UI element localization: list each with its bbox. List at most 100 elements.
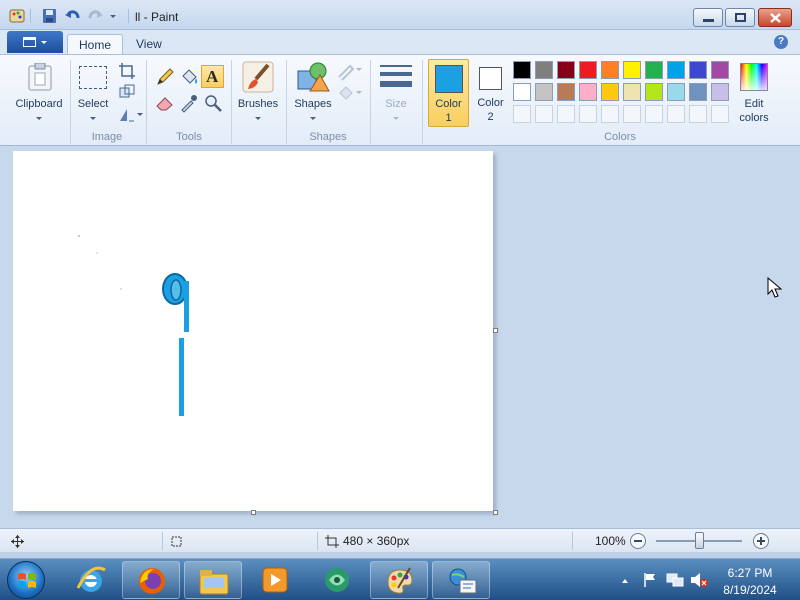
palette-swatch[interactable] bbox=[513, 83, 531, 101]
fill-dropdown-icon[interactable] bbox=[356, 91, 362, 94]
palette-swatch[interactable] bbox=[667, 83, 685, 101]
taskbar-date[interactable]: 8/19/2024 bbox=[712, 583, 788, 597]
chevron-down-icon bbox=[393, 117, 399, 120]
custom-color-slot[interactable] bbox=[513, 105, 531, 123]
palette-swatch[interactable] bbox=[689, 61, 707, 79]
action-center-flag-icon[interactable] bbox=[642, 572, 658, 588]
taskbar-time[interactable]: 6:27 PM bbox=[712, 566, 788, 580]
file-menu-button[interactable] bbox=[7, 31, 63, 53]
save-icon[interactable] bbox=[42, 9, 58, 23]
palette-swatch[interactable] bbox=[535, 61, 553, 79]
taskbar-firefox[interactable] bbox=[122, 561, 180, 599]
palette-swatch[interactable] bbox=[689, 83, 707, 101]
taskbar-file-explorer[interactable] bbox=[184, 561, 242, 599]
shapes-button[interactable]: Shapes bbox=[290, 59, 336, 127]
show-hidden-icons-button[interactable] bbox=[622, 579, 628, 583]
zoom-out-button[interactable] bbox=[630, 533, 646, 549]
resize-icon[interactable] bbox=[117, 83, 137, 103]
palette-swatch[interactable] bbox=[557, 61, 575, 79]
custom-color-slot[interactable] bbox=[689, 105, 707, 123]
palette-swatch[interactable] bbox=[579, 61, 597, 79]
taskbar-app-green[interactable] bbox=[308, 561, 366, 599]
chevron-down-icon bbox=[36, 117, 42, 120]
palette-swatch[interactable] bbox=[623, 83, 641, 101]
window-title: ll - Paint bbox=[135, 10, 179, 24]
close-button[interactable] bbox=[758, 8, 792, 27]
magnifier-icon[interactable] bbox=[203, 93, 223, 113]
palette-swatch[interactable] bbox=[645, 61, 663, 79]
color-picker-icon[interactable] bbox=[179, 93, 199, 113]
color2-number: 2 bbox=[487, 111, 494, 123]
shapes-group-label: Shapes bbox=[309, 131, 347, 143]
redo-icon[interactable] bbox=[87, 9, 103, 23]
resize-handle-bottom[interactable] bbox=[251, 510, 256, 515]
zoom-slider-thumb[interactable] bbox=[694, 532, 704, 549]
tab-home[interactable]: Home bbox=[67, 34, 124, 54]
help-icon[interactable]: ? bbox=[774, 35, 788, 49]
volume-muted-icon[interactable] bbox=[690, 572, 708, 588]
palette-swatch[interactable] bbox=[645, 83, 663, 101]
palette-swatch[interactable] bbox=[601, 61, 619, 79]
drawn-vertical-stroke-upper bbox=[184, 281, 189, 332]
windows-logo-icon bbox=[18, 573, 36, 588]
outline-icon[interactable] bbox=[336, 61, 356, 81]
taskbar-network-app[interactable] bbox=[432, 561, 490, 599]
resize-handle-right[interactable] bbox=[493, 328, 498, 333]
palette-swatch[interactable] bbox=[711, 83, 729, 101]
brushes-label: Brushes bbox=[237, 98, 279, 110]
custom-color-slot[interactable] bbox=[711, 105, 729, 123]
custom-color-slot[interactable] bbox=[579, 105, 597, 123]
palette-swatch[interactable] bbox=[535, 83, 553, 101]
eraser-icon[interactable] bbox=[155, 93, 175, 113]
taskbar-media-player[interactable] bbox=[246, 561, 304, 599]
chevron-down-icon bbox=[41, 41, 47, 44]
custom-color-slot[interactable] bbox=[601, 105, 619, 123]
network-icon[interactable] bbox=[666, 572, 684, 588]
pencil-icon[interactable] bbox=[155, 67, 175, 87]
quick-access-dropdown-icon[interactable] bbox=[110, 15, 116, 18]
fill-bucket-icon[interactable] bbox=[179, 67, 199, 87]
colors-group-label: Colors bbox=[604, 131, 636, 143]
folder-icon bbox=[199, 570, 229, 595]
ribbon: Clipboard Select Image A Tools Brushes S… bbox=[0, 54, 800, 146]
resize-handle-corner[interactable] bbox=[493, 510, 498, 515]
custom-color-slot[interactable] bbox=[557, 105, 575, 123]
start-button[interactable] bbox=[7, 561, 45, 599]
edit-colors-button[interactable]: Edit colors bbox=[734, 59, 774, 127]
minimize-button[interactable] bbox=[693, 8, 723, 27]
size-button[interactable]: Size bbox=[374, 59, 418, 127]
tab-view[interactable]: View bbox=[125, 34, 173, 54]
outline-dropdown-icon[interactable] bbox=[356, 68, 362, 71]
palette-swatch[interactable] bbox=[513, 61, 531, 79]
custom-color-slot[interactable] bbox=[623, 105, 641, 123]
custom-color-slot[interactable] bbox=[645, 105, 663, 123]
drawing-canvas[interactable] bbox=[13, 151, 493, 511]
taskbar-paint[interactable] bbox=[370, 561, 428, 599]
clipboard-button[interactable]: Clipboard bbox=[10, 59, 68, 127]
select-button[interactable]: Select bbox=[74, 59, 112, 127]
size-line-icon bbox=[380, 65, 412, 67]
undo-icon[interactable] bbox=[65, 9, 81, 23]
selection-size-icon bbox=[171, 536, 182, 547]
palette-swatch[interactable] bbox=[667, 61, 685, 79]
maximize-button[interactable] bbox=[725, 8, 755, 27]
palette-swatch[interactable] bbox=[579, 83, 597, 101]
fill-icon[interactable] bbox=[336, 83, 356, 103]
custom-color-slot[interactable] bbox=[667, 105, 685, 123]
text-tool-button[interactable]: A bbox=[201, 65, 224, 88]
palette-swatch[interactable] bbox=[623, 61, 641, 79]
custom-color-slot[interactable] bbox=[535, 105, 553, 123]
brushes-button[interactable]: Brushes bbox=[235, 59, 281, 127]
color2-button[interactable]: Color 2 bbox=[472, 59, 509, 127]
palette-swatch[interactable] bbox=[601, 83, 619, 101]
paint-app-icon[interactable] bbox=[9, 9, 25, 23]
rotate-icon[interactable] bbox=[117, 105, 137, 125]
chevron-down-icon[interactable] bbox=[137, 113, 143, 116]
palette-swatch[interactable] bbox=[711, 61, 729, 79]
crop-icon[interactable] bbox=[117, 61, 137, 81]
taskbar-internet-explorer[interactable] bbox=[62, 561, 120, 599]
paint-palette-icon bbox=[387, 567, 413, 594]
color1-button[interactable]: Color 1 bbox=[428, 59, 469, 127]
zoom-in-button[interactable] bbox=[753, 533, 769, 549]
palette-swatch[interactable] bbox=[557, 83, 575, 101]
